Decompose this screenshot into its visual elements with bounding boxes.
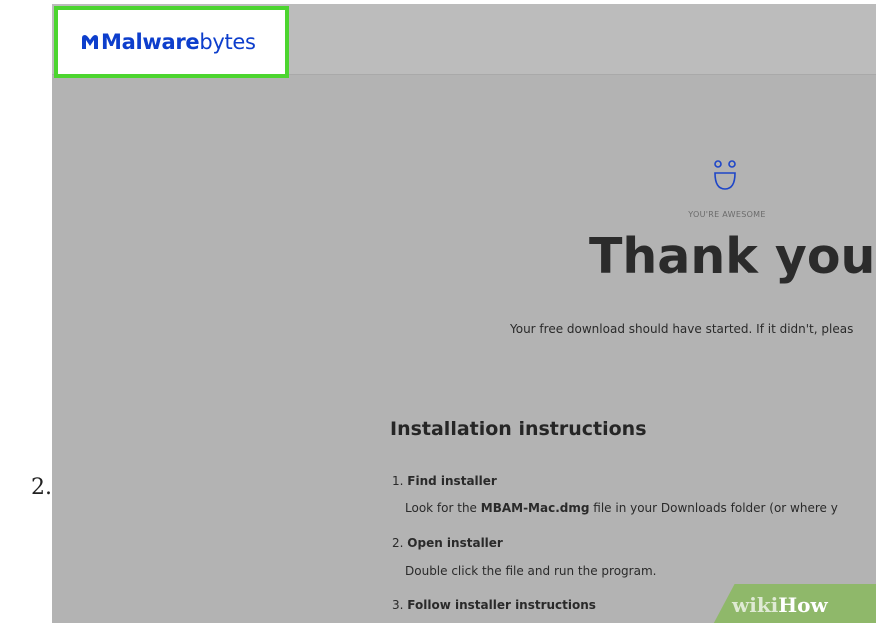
logo-highlight[interactable]: Malware bytes [54, 6, 289, 78]
installation-heading: Installation instructions [390, 418, 647, 440]
step-3-title: 3. Follow installer instructions [392, 598, 596, 612]
download-message: Your free download should have started. … [510, 322, 854, 336]
step-2-title: 2. Open installer [392, 536, 503, 550]
malwarebytes-m-icon [82, 35, 98, 49]
smiley-icon [714, 160, 736, 190]
logo-text-bold: Malware [101, 30, 200, 54]
step-number: 2. [31, 475, 52, 500]
awesome-eyebrow: YOU'RE AWESOME [688, 210, 766, 219]
wikihow-watermark: wikiHow [732, 593, 828, 617]
browser-screenshot: Malware bytes YOU'RE AWESOME Thank you! Y… [52, 4, 876, 623]
step-2-description: Double click the file and run the progra… [405, 564, 657, 578]
step-1-title: 1. Find installer [392, 474, 497, 488]
logo-text-light: bytes [199, 30, 256, 54]
malwarebytes-logo[interactable]: Malware bytes [80, 30, 256, 54]
page-title: Thank you! [589, 228, 876, 285]
step-1-description: Look for the MBAM-Mac.dmg file in your D… [405, 501, 838, 515]
